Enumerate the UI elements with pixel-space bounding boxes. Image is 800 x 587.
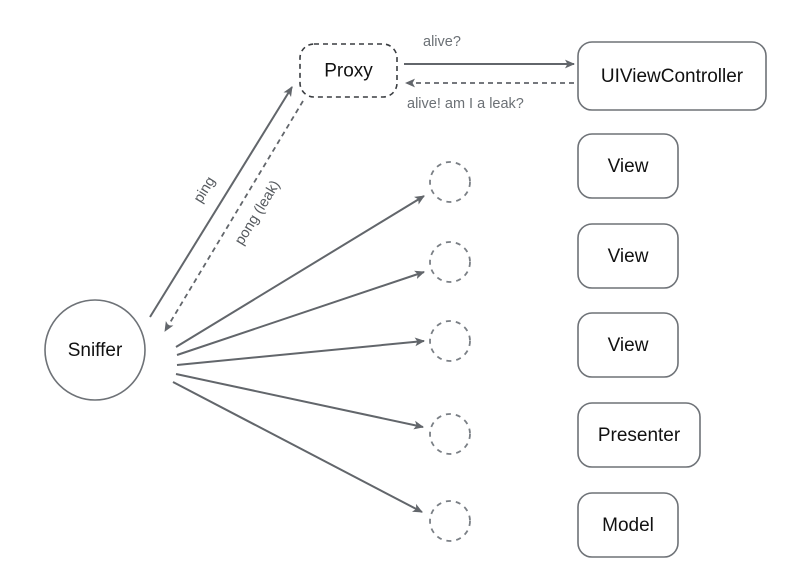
proxy-label: Proxy [324, 61, 373, 82]
node-view-1[interactable]: View [577, 133, 679, 199]
ghost-proxy-4 [429, 413, 471, 455]
edge-group [149, 59, 575, 513]
model-label: Model [602, 515, 654, 536]
uiviewcontroller-label: UIViewController [601, 66, 744, 87]
ghost-proxy-3 [429, 320, 471, 362]
node-uiviewcontroller[interactable]: UIViewController [577, 41, 767, 111]
node-proxy[interactable]: Proxy [299, 43, 398, 98]
ghost-proxy-5 [429, 500, 471, 542]
sniffer-label: Sniffer [68, 340, 123, 361]
view-2-label: View [608, 246, 649, 267]
view-3-label: View [608, 335, 649, 356]
view-1-label: View [608, 156, 649, 177]
node-view-3[interactable]: View [577, 312, 679, 378]
diagram-canvas: Sniffer Proxy UIViewController View View… [0, 0, 800, 587]
ghost-proxy-group [429, 161, 471, 542]
node-model[interactable]: Model [577, 492, 679, 558]
edge-label-pong-leak: pong (leak) [232, 178, 284, 248]
diagram-svg: Sniffer Proxy UIViewController View View… [44, 34, 767, 558]
ghost-proxy-2 [429, 241, 471, 283]
ghost-proxy-1 [429, 161, 471, 203]
edge-sniffer-ghost-4 [175, 373, 424, 430]
edge-sniffer-ghost-1 [175, 195, 425, 348]
edge-label-ping: ping [191, 174, 219, 206]
edge-label-alive-reply: alive! am I a leak? [407, 96, 524, 112]
node-presenter[interactable]: Presenter [577, 402, 701, 468]
edge-sniffer-ghost-2 [176, 270, 425, 356]
edge-sniffer-ghost-3 [176, 337, 425, 366]
edge-label-alive-query: alive? [423, 34, 461, 50]
node-view-2[interactable]: View [577, 223, 679, 289]
presenter-label: Presenter [598, 425, 681, 446]
node-sniffer[interactable]: Sniffer [44, 299, 146, 401]
edge-sniffer-ghost-5 [172, 381, 423, 513]
edge-pong-leak [164, 100, 304, 332]
